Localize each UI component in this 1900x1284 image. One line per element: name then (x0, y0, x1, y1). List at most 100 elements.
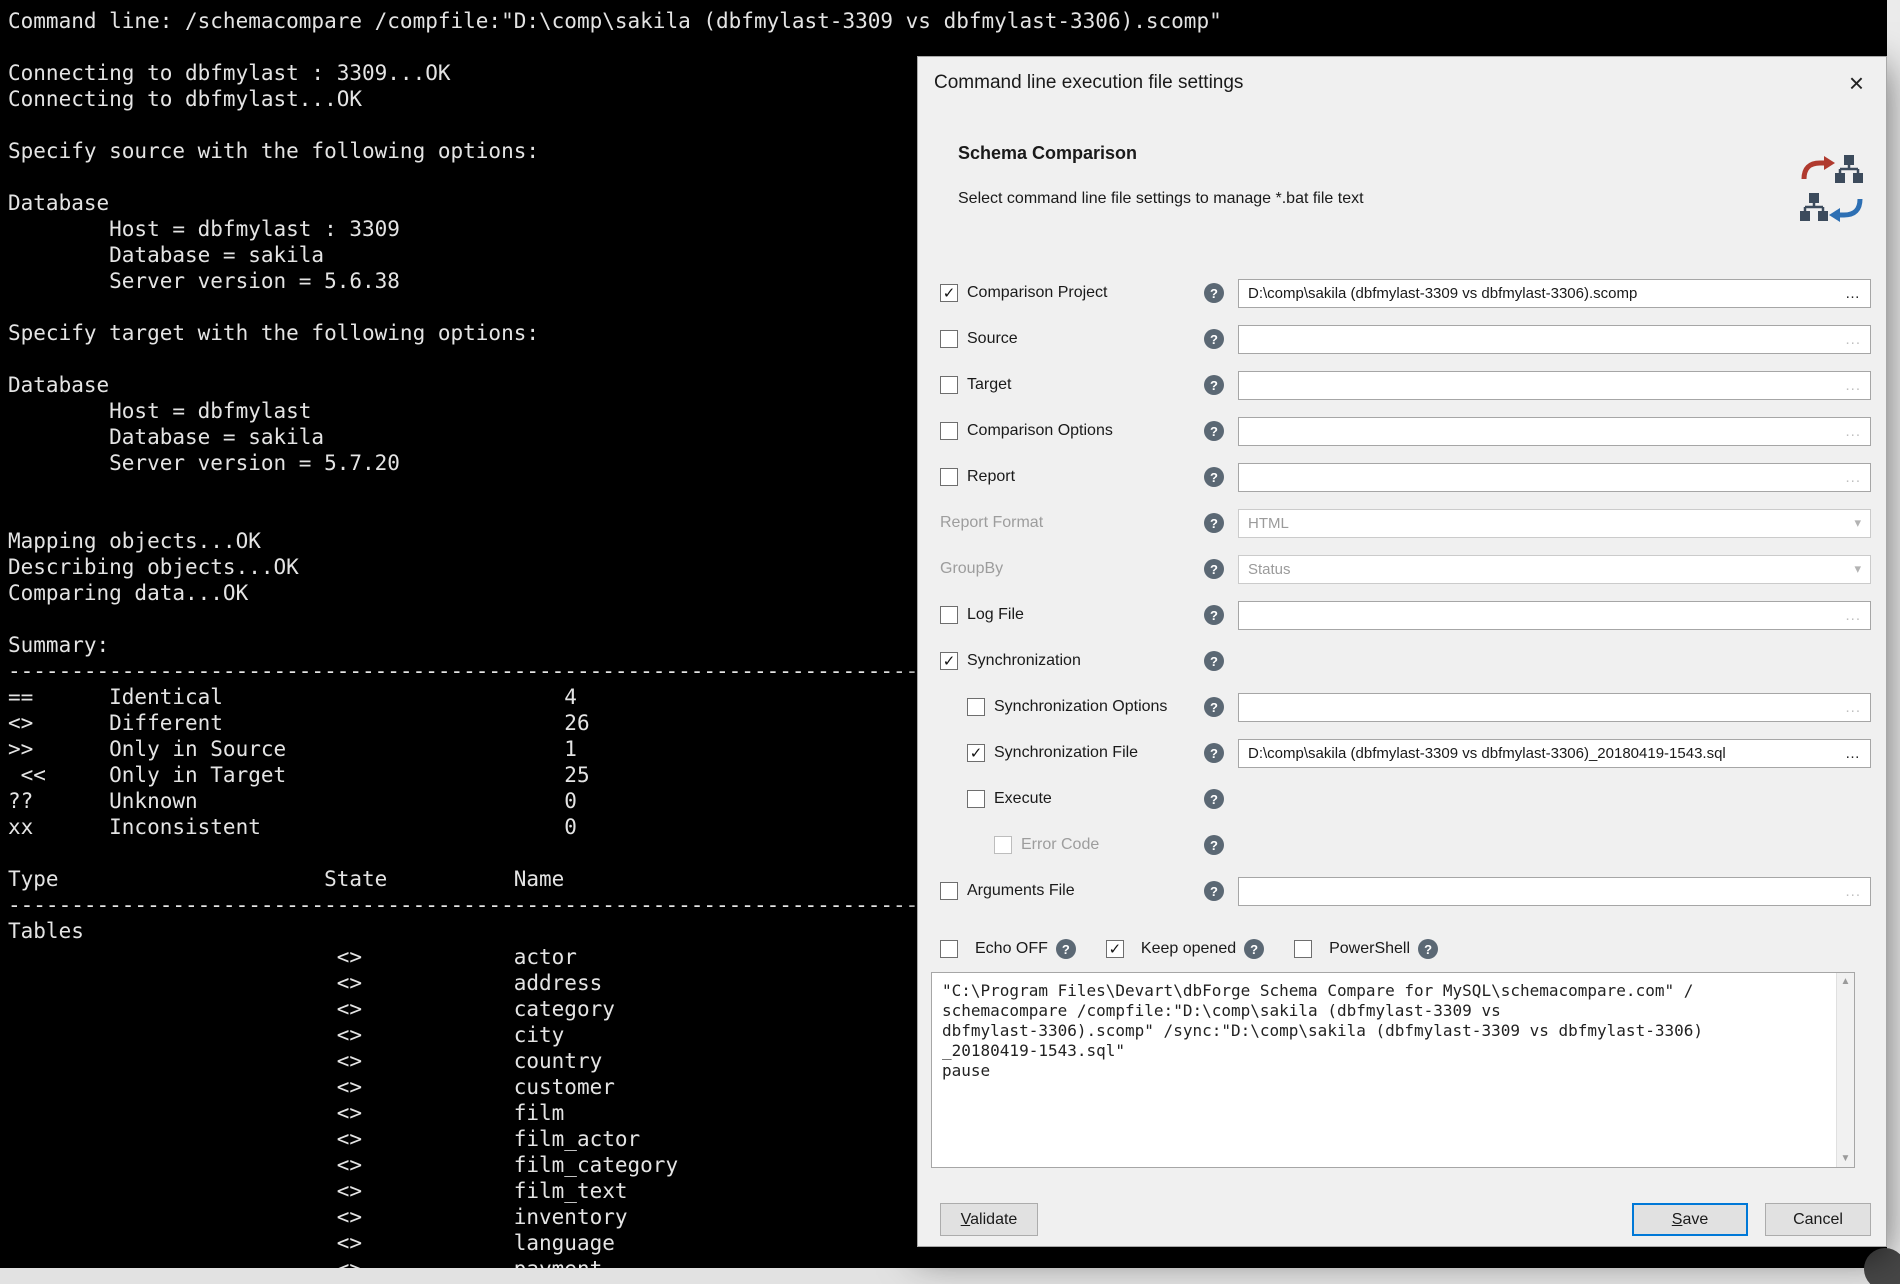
help-icon[interactable]: ? (1204, 421, 1224, 441)
comparison-options-input[interactable]: ... (1238, 417, 1871, 446)
help-icon[interactable]: ? (1056, 939, 1076, 959)
target-label: Target (967, 376, 1011, 394)
report-checkbox[interactable] (940, 468, 958, 486)
ellipsis-button[interactable]: … (1845, 285, 1861, 302)
settings-row-arguments-file: Arguments File?... (918, 868, 1886, 914)
label-cell: ✓ Synchronization File (940, 744, 1204, 762)
help-icon[interactable]: ? (1204, 835, 1224, 855)
synchronization-options-checkbox[interactable] (967, 698, 985, 716)
help-icon[interactable]: ? (1204, 283, 1224, 303)
help-icon[interactable]: ? (1418, 939, 1438, 959)
arguments-file-label: Arguments File (967, 882, 1075, 900)
scroll-up-icon[interactable]: ▲ (1841, 976, 1851, 987)
save-button[interactable]: Save (1632, 1203, 1748, 1236)
settings-row-target: Target?... (918, 362, 1886, 408)
cancel-button[interactable]: Cancel (1765, 1203, 1871, 1236)
settings-row-execute: Execute? (918, 776, 1886, 822)
help-icon[interactable]: ? (1204, 697, 1224, 717)
label-cell: ✓Comparison Project (940, 284, 1204, 302)
close-icon[interactable]: × (1845, 70, 1868, 96)
label-cell: Log File (940, 606, 1204, 624)
execute-checkbox[interactable] (967, 790, 985, 808)
settings-row-comparison-project: ✓Comparison Project? D:\comp\sakila (dbfm… (918, 270, 1886, 316)
comparison-project-checkbox[interactable]: ✓ (940, 284, 958, 302)
source-checkbox[interactable] (940, 330, 958, 348)
label-cell: Arguments File (940, 882, 1204, 900)
chevron-down-icon: ▾ (1854, 515, 1861, 531)
dialog-header: Schema Comparison Select command line fi… (918, 109, 1886, 208)
option-echo-off: Echo OFF? (940, 939, 1076, 959)
chevron-down-icon: ▾ (1854, 561, 1861, 577)
help-icon[interactable]: ? (1204, 605, 1224, 625)
settings-row-synchronization: ✓Synchronization? (918, 638, 1886, 684)
groupby-select: Status ▾ (1238, 555, 1871, 584)
label-cell: GroupBy (940, 560, 1204, 578)
synchronization-file-checkbox[interactable]: ✓ (967, 744, 985, 762)
arguments-file-checkbox[interactable] (940, 882, 958, 900)
settings-row-error-code: Error Code? (918, 822, 1886, 868)
report-input[interactable]: ... (1238, 463, 1871, 492)
comparison-options-label: Comparison Options (967, 422, 1113, 440)
label-cell: Comparison Options (940, 422, 1204, 440)
dialog-buttons: Validate Save Cancel (918, 1203, 1886, 1236)
settings-row-source: Source?... (918, 316, 1886, 362)
option-powershell: PowerShell? (1294, 939, 1438, 959)
powershell-checkbox[interactable] (1294, 940, 1312, 958)
dialog-heading: Schema Comparison (958, 143, 1862, 164)
synchronization-file-label: Synchronization File (994, 744, 1138, 762)
option-keep-opened: ✓Keep opened? (1106, 939, 1264, 959)
keep-opened-checkbox[interactable]: ✓ (1106, 940, 1124, 958)
log-file-checkbox[interactable] (940, 606, 958, 624)
ellipsis-button[interactable]: ... (1845, 883, 1861, 900)
schema-compare-icon (1798, 153, 1866, 225)
echo-off-checkbox[interactable] (940, 940, 958, 958)
synchronization-checkbox[interactable]: ✓ (940, 652, 958, 670)
ellipsis-button[interactable]: ... (1845, 469, 1861, 486)
ellipsis-button[interactable]: ... (1845, 607, 1861, 624)
select-value: HTML (1248, 515, 1846, 532)
help-icon[interactable]: ? (1204, 513, 1224, 533)
label-cell: Execute (940, 790, 1204, 808)
report-format-select: HTML ▾ (1238, 509, 1871, 538)
help-icon[interactable]: ? (1204, 743, 1224, 763)
execute-label: Execute (994, 790, 1052, 808)
help-icon[interactable]: ? (1204, 881, 1224, 901)
scroll-down-icon[interactable]: ▼ (1841, 1153, 1851, 1164)
ellipsis-button[interactable]: ... (1845, 699, 1861, 716)
bottom-options: Echo OFF? ✓Keep opened? PowerShell? (918, 934, 1886, 964)
log-file-input[interactable]: ... (1238, 601, 1871, 630)
batch-text-box[interactable]: "C:\Program Files\Devart\dbForge Schema … (931, 972, 1855, 1168)
arguments-file-input[interactable]: ... (1238, 877, 1871, 906)
target-checkbox[interactable] (940, 376, 958, 394)
help-icon[interactable]: ? (1204, 467, 1224, 487)
ellipsis-button[interactable]: ... (1845, 377, 1861, 394)
settings-row-report: Report?... (918, 454, 1886, 500)
ellipsis-button[interactable]: ... (1845, 331, 1861, 348)
source-input[interactable]: ... (1238, 325, 1871, 354)
error-code-checkbox[interactable] (994, 836, 1012, 854)
help-icon[interactable]: ? (1204, 651, 1224, 671)
select-value: Status (1248, 561, 1846, 578)
ellipsis-button[interactable]: … (1845, 745, 1861, 762)
settings-row-synchronization-file: ✓ Synchronization File? D:\comp\sakila (db… (918, 730, 1886, 776)
batch-text: "C:\Program Files\Devart\dbForge Schema … (932, 973, 1854, 1089)
synchronization-options-label: Synchronization Options (994, 698, 1167, 716)
synchronization-file-input[interactable]: D:\comp\sakila (dbfmylast-3309 vs dbfmyl… (1238, 739, 1871, 768)
label-cell: Error Code (940, 836, 1204, 854)
comparison-project-input[interactable]: D:\comp\sakila (dbfmylast-3309 vs dbfmyl… (1238, 279, 1871, 308)
help-icon[interactable]: ? (1204, 559, 1224, 579)
target-input[interactable]: ... (1238, 371, 1871, 400)
validate-button[interactable]: Validate (940, 1203, 1038, 1236)
ellipsis-button[interactable]: ... (1845, 423, 1861, 440)
powershell-label: PowerShell (1329, 940, 1410, 958)
help-icon[interactable]: ? (1204, 789, 1224, 809)
help-icon[interactable]: ? (1204, 375, 1224, 395)
help-icon[interactable]: ? (1204, 329, 1224, 349)
field-value: D:\comp\sakila (dbfmylast-3309 vs dbfmyl… (1248, 745, 1837, 762)
dialog-titlebar[interactable]: Command line execution file settings × (918, 57, 1886, 109)
synchronization-options-input[interactable]: ... (1238, 693, 1871, 722)
help-icon[interactable]: ? (1244, 939, 1264, 959)
scrollbar[interactable]: ▲ ▼ (1836, 973, 1854, 1167)
comparison-options-checkbox[interactable] (940, 422, 958, 440)
label-cell: Report Format (940, 514, 1204, 532)
